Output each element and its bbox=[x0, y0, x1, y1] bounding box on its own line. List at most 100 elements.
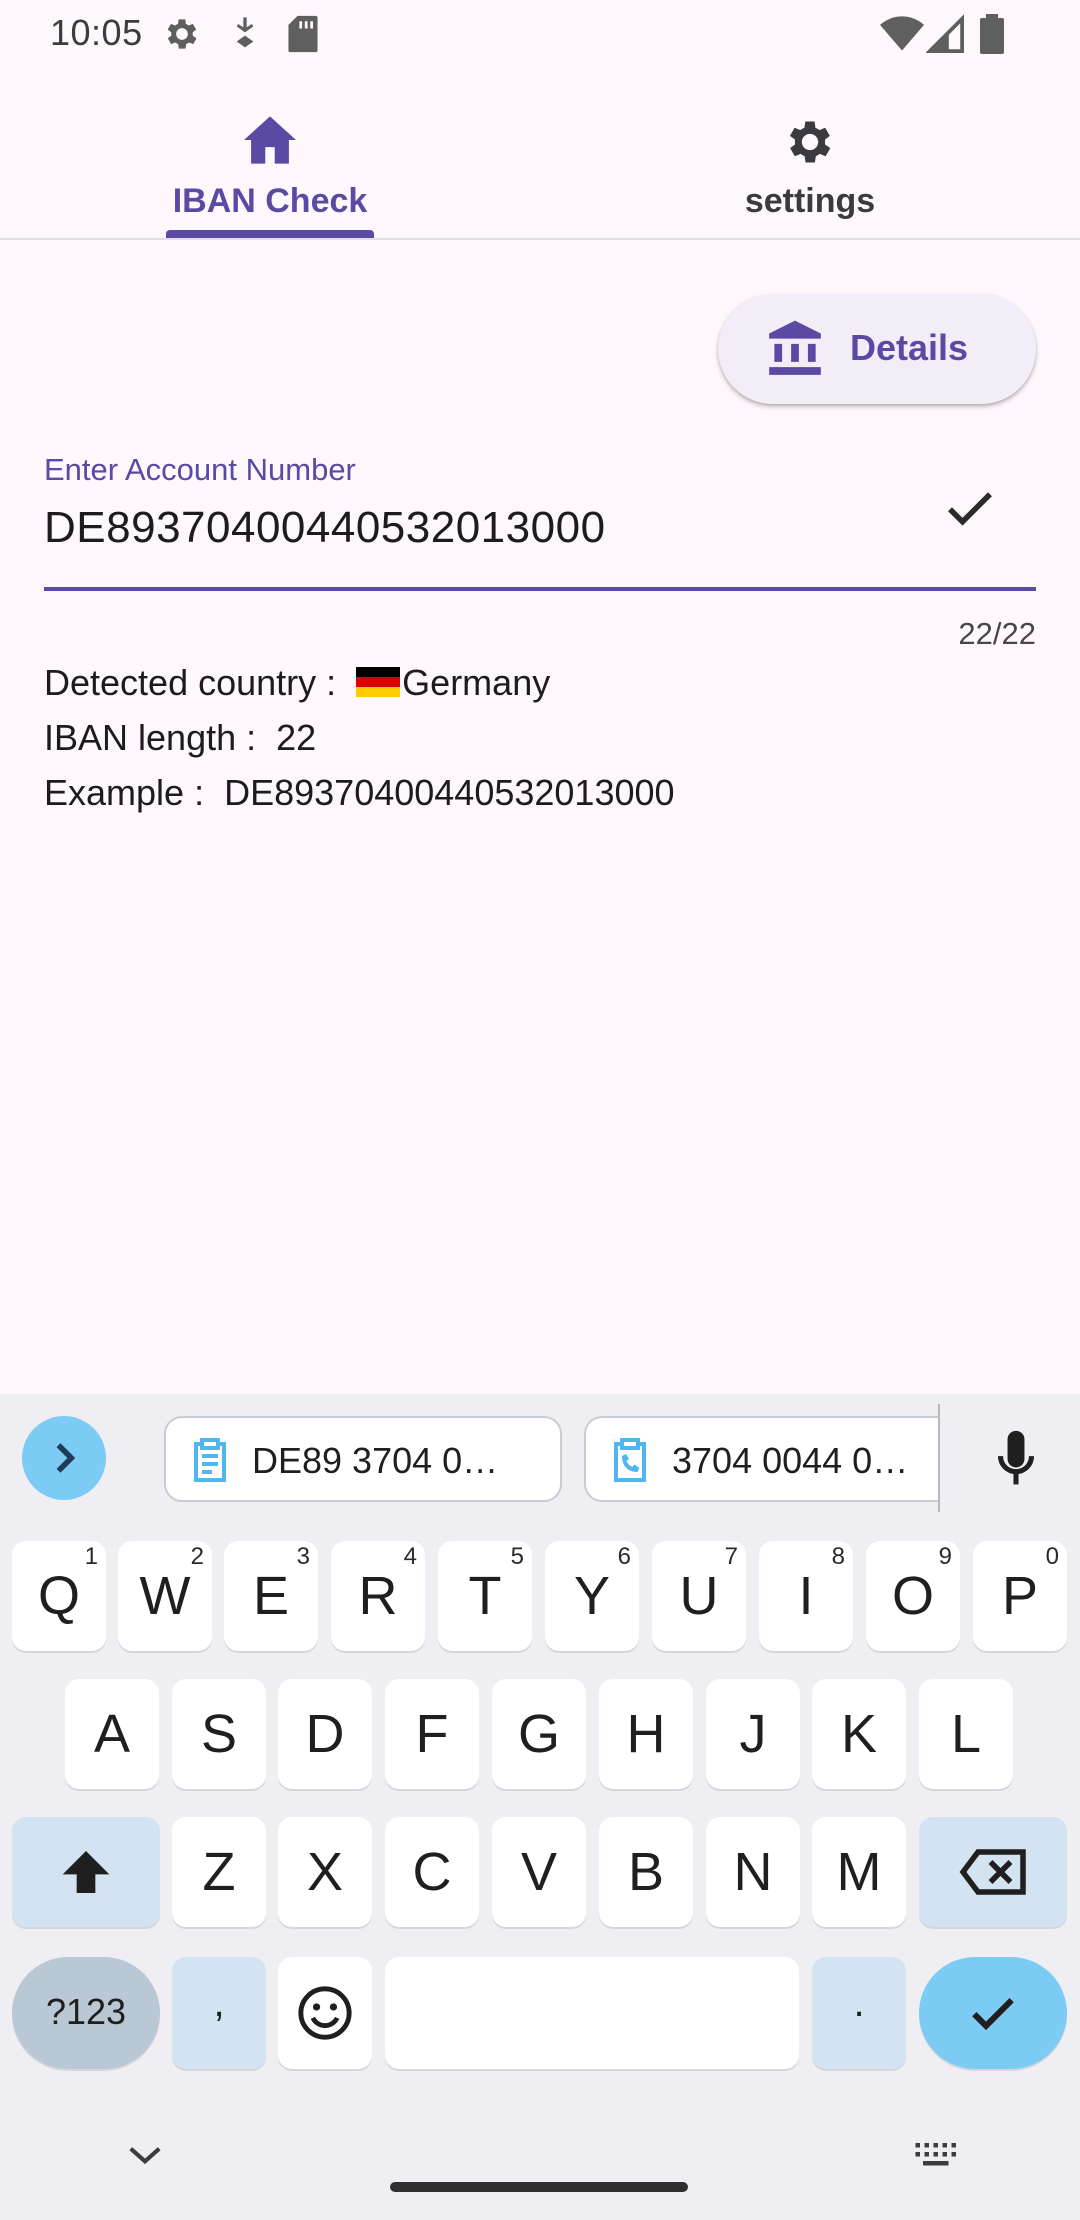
period-key[interactable]: . bbox=[812, 1957, 906, 2069]
example-label: Example : bbox=[44, 772, 205, 813]
account-number-label: Enter Account Number bbox=[44, 452, 356, 487]
tab-iban-check[interactable]: IBAN Check bbox=[0, 100, 540, 238]
check-icon bbox=[972, 1998, 1014, 2031]
iban-length-label: IBAN length : bbox=[44, 717, 257, 758]
example-value: DE89370400440532013000 bbox=[224, 772, 675, 813]
key-i-number: 8 bbox=[831, 1543, 845, 1570]
detected-country-line: Detected country : Germany bbox=[44, 662, 550, 704]
character-counter: 22/22 bbox=[958, 616, 1036, 651]
space-key[interactable] bbox=[385, 1957, 799, 2069]
key-w[interactable]: W2 bbox=[118, 1541, 212, 1651]
shift-key[interactable] bbox=[12, 1817, 160, 1927]
shift-icon bbox=[62, 1851, 110, 1893]
key-s[interactable]: S bbox=[172, 1679, 266, 1789]
wifi-icon bbox=[880, 14, 924, 54]
key-p-number: 0 bbox=[1045, 1543, 1059, 1570]
key-r[interactable]: R4 bbox=[331, 1541, 425, 1651]
clipboard-chip-2[interactable]: 3704 0044 0… bbox=[584, 1416, 940, 1502]
key-u-number: 7 bbox=[724, 1543, 738, 1570]
key-l[interactable]: L bbox=[919, 1679, 1013, 1789]
example-line: Example : DE89370400440532013000 bbox=[44, 772, 675, 814]
check-icon[interactable] bbox=[940, 478, 1000, 543]
key-y[interactable]: Y6 bbox=[545, 1541, 639, 1651]
detected-country-label: Detected country : bbox=[44, 662, 337, 703]
key-t[interactable]: T5 bbox=[438, 1541, 532, 1651]
gesture-navigation-bar[interactable] bbox=[390, 2182, 688, 2192]
keyboard-expand-button[interactable] bbox=[22, 1416, 106, 1500]
key-t-label: T bbox=[468, 1566, 502, 1626]
key-x[interactable]: X bbox=[278, 1817, 372, 1927]
key-h[interactable]: H bbox=[599, 1679, 693, 1789]
iban-length-line: IBAN length : 22 bbox=[44, 717, 316, 759]
flag-germany-icon bbox=[356, 667, 401, 697]
key-u[interactable]: U7 bbox=[652, 1541, 746, 1651]
tab-divider bbox=[0, 238, 1080, 240]
key-c[interactable]: C bbox=[385, 1817, 479, 1927]
tab-bar: IBAN Check settings bbox=[0, 100, 1080, 240]
key-i[interactable]: I8 bbox=[759, 1541, 853, 1651]
key-v[interactable]: V bbox=[492, 1817, 586, 1927]
tab-settings[interactable]: settings bbox=[540, 100, 1080, 238]
enter-key[interactable] bbox=[919, 1957, 1067, 2069]
input-underline bbox=[44, 587, 1036, 591]
key-e-number: 3 bbox=[296, 1543, 310, 1570]
key-y-number: 6 bbox=[617, 1543, 631, 1570]
key-t-number: 5 bbox=[510, 1543, 524, 1570]
account-number-input[interactable] bbox=[44, 498, 924, 558]
comma-key[interactable]: , bbox=[172, 1957, 266, 2069]
key-r-label: R bbox=[358, 1566, 398, 1626]
microphone-icon[interactable] bbox=[990, 1428, 1042, 1495]
detected-country-value: Germany bbox=[402, 662, 551, 703]
clipboard-icon bbox=[190, 1438, 230, 1487]
key-y-label: Y bbox=[573, 1566, 611, 1626]
key-p-label: P bbox=[1001, 1566, 1039, 1626]
key-e[interactable]: E3 bbox=[224, 1541, 318, 1651]
clipboard-chip-1-text: DE89 3704 0… bbox=[252, 1440, 499, 1481]
status-bar: 10:05 bbox=[0, 0, 1080, 66]
key-j[interactable]: J bbox=[706, 1679, 800, 1789]
key-q-label: Q bbox=[37, 1566, 80, 1626]
symbols-key[interactable]: ?123 bbox=[12, 1957, 160, 2069]
suggestion-divider bbox=[938, 1404, 940, 1512]
key-o-label: O bbox=[891, 1566, 934, 1626]
tab-iban-check-label: IBAN Check bbox=[172, 182, 368, 220]
status-time: 10:05 bbox=[50, 12, 143, 53]
tab-settings-label: settings bbox=[744, 182, 876, 220]
key-q-number: 1 bbox=[84, 1543, 98, 1570]
battery-icon bbox=[980, 14, 1004, 54]
tab-indicator bbox=[166, 230, 374, 238]
key-a[interactable]: A bbox=[65, 1679, 159, 1789]
key-o[interactable]: O9 bbox=[866, 1541, 960, 1651]
key-o-number: 9 bbox=[938, 1543, 952, 1570]
emoji-icon bbox=[298, 1986, 352, 2040]
key-m[interactable]: M bbox=[812, 1817, 906, 1927]
backspace-key[interactable] bbox=[919, 1817, 1067, 1927]
hide-keyboard-chevron-icon[interactable] bbox=[126, 2142, 164, 2173]
iban-length-value: 22 bbox=[276, 717, 317, 758]
backspace-icon bbox=[959, 1849, 1026, 1895]
key-q[interactable]: Q1 bbox=[12, 1541, 106, 1651]
key-k[interactable]: K bbox=[812, 1679, 906, 1789]
key-n[interactable]: N bbox=[706, 1817, 800, 1927]
key-g[interactable]: G bbox=[492, 1679, 586, 1789]
key-d[interactable]: D bbox=[278, 1679, 372, 1789]
key-z[interactable]: Z bbox=[172, 1817, 266, 1927]
keyboard-switch-icon[interactable] bbox=[912, 2140, 958, 2175]
sd-card-icon bbox=[286, 14, 320, 54]
chevron-right-icon bbox=[56, 1443, 76, 1473]
clipboard-chip-1[interactable]: DE89 3704 0… bbox=[164, 1416, 562, 1502]
key-w-label: W bbox=[139, 1566, 191, 1626]
details-label: Details bbox=[850, 327, 969, 368]
cell-signal-icon bbox=[926, 14, 964, 54]
key-b[interactable]: B bbox=[599, 1817, 693, 1927]
emoji-key[interactable] bbox=[278, 1957, 372, 2069]
details-button[interactable]: Details bbox=[718, 294, 1036, 404]
keyboard bbox=[0, 1394, 1080, 2220]
bank-icon bbox=[764, 318, 826, 385]
key-u-label: U bbox=[679, 1566, 719, 1626]
key-f[interactable]: F bbox=[385, 1679, 479, 1789]
clipboard-chip-2-text: 3704 0044 0… bbox=[672, 1440, 909, 1481]
data-saver-icon bbox=[228, 14, 262, 54]
clipboard-phone-icon bbox=[610, 1438, 650, 1487]
key-p[interactable]: P0 bbox=[973, 1541, 1067, 1651]
